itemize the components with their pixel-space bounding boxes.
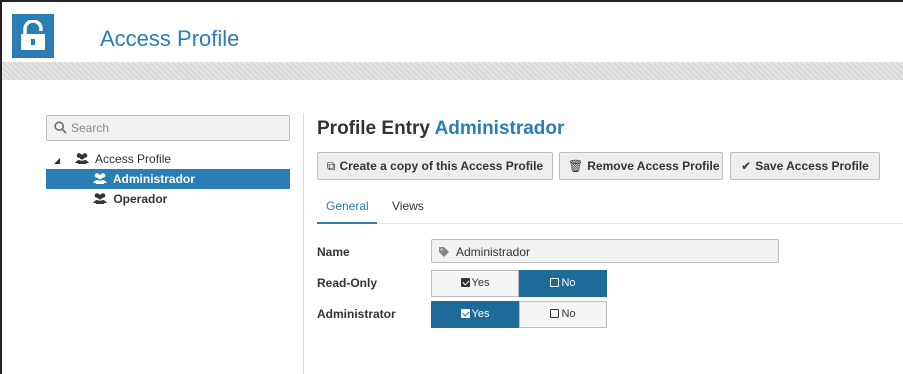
tag-icon <box>438 245 450 263</box>
app-title: Access Profile <box>100 26 240 51</box>
tree-item-administrador[interactable]: Administrador <box>46 169 290 189</box>
save-profile-button[interactable]: ✔ Save Access Profile <box>730 152 880 180</box>
header-divider-band <box>2 62 903 80</box>
administrator-no-toggle[interactable]: No <box>519 301 607 328</box>
user-group-icon <box>93 190 107 210</box>
unlocked-padlock-icon <box>12 14 54 58</box>
administrator-yes-label: Yes <box>471 308 490 320</box>
checkmark-icon: ✔ <box>741 159 752 173</box>
profile-tree: ◢ Access Profile Administrador Operador <box>46 149 290 209</box>
checkbox-empty-icon <box>550 309 560 318</box>
name-input[interactable] <box>456 243 756 260</box>
copy-icon: ⧉ <box>326 158 336 173</box>
active-tab-indicator <box>317 222 377 224</box>
tree-item-label: Administrador <box>112 172 195 186</box>
tab-views[interactable]: Views <box>392 199 424 213</box>
caret-down-icon[interactable]: ◢ <box>54 151 72 171</box>
checkbox-checked-icon <box>460 309 470 318</box>
search-box[interactable] <box>46 115 290 141</box>
readonly-no-toggle[interactable]: No <box>519 270 607 297</box>
remove-button-label: Remove Access Profile <box>587 159 720 173</box>
administrator-yes-toggle[interactable]: Yes <box>431 301 519 328</box>
readonly-yes-toggle[interactable]: Yes <box>431 270 519 297</box>
tree-item-label: Operador <box>113 192 168 206</box>
tab-bar-line <box>377 223 903 224</box>
user-group-icon <box>93 170 107 190</box>
checkbox-checked-icon <box>460 278 470 287</box>
readonly-yes-label: Yes <box>471 277 490 289</box>
app-header: Access Profile <box>2 2 903 62</box>
copy-button-label: Create a copy of this Access Profile <box>339 158 544 173</box>
administrator-no-label: No <box>561 308 576 320</box>
save-button-label: Save Access Profile <box>755 159 869 173</box>
remove-profile-button[interactable]: 🗑 Remove Access Profile <box>559 152 723 180</box>
trash-icon: 🗑 <box>568 159 584 173</box>
copy-profile-button[interactable]: ⧉ Create a copy of this Access Profile <box>317 152 553 180</box>
readonly-no-label: No <box>561 277 576 289</box>
name-label: Name <box>317 245 350 259</box>
readonly-label: Read-Only <box>317 276 378 290</box>
title-prefix: Profile Entry <box>317 118 430 139</box>
title-profile-name: Administrador <box>434 118 565 139</box>
administrator-label: Administrator <box>317 307 396 321</box>
tree-item-operador[interactable]: Operador <box>46 189 290 209</box>
checkbox-empty-icon <box>550 278 560 287</box>
panel-divider <box>303 113 304 374</box>
search-input[interactable] <box>71 119 281 137</box>
tab-general[interactable]: General <box>326 199 369 213</box>
user-group-icon <box>75 150 90 170</box>
page-title: Profile Entry Administrador <box>317 118 564 140</box>
search-icon <box>54 121 67 139</box>
tree-root-access-profile[interactable]: ◢ Access Profile <box>46 149 290 169</box>
name-field[interactable] <box>431 239 779 263</box>
tree-root-label: Access Profile <box>95 152 172 166</box>
